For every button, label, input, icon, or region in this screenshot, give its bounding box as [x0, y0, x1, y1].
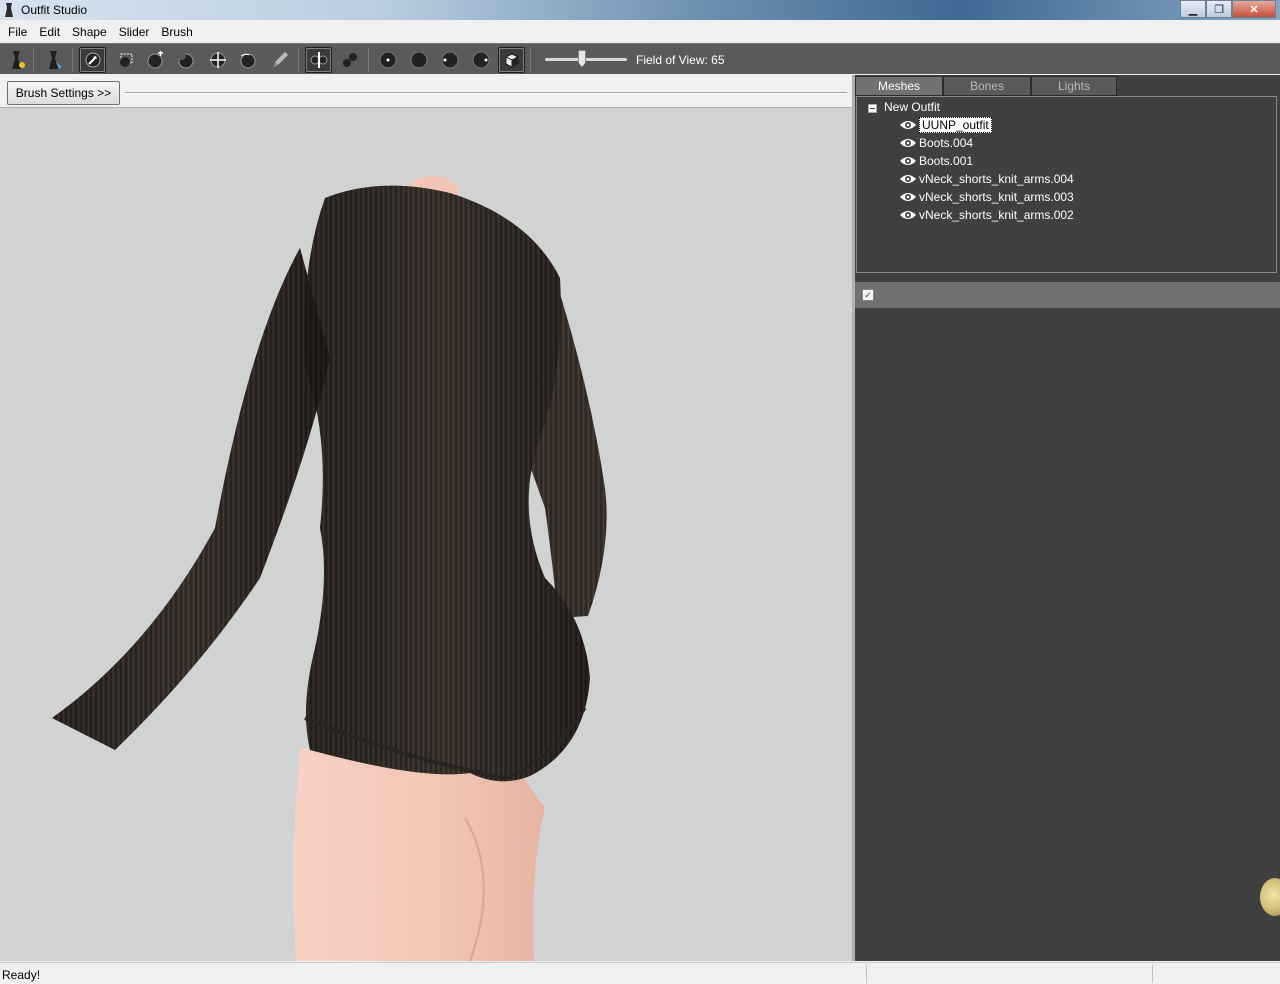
brush-size-small-button[interactable] — [374, 47, 401, 73]
3d-viewport[interactable]: Brush Settings >> — [0, 75, 852, 961]
brush-size-small-icon — [379, 51, 396, 69]
tab-bones[interactable]: Bones — [943, 76, 1031, 96]
select-brush-button[interactable] — [79, 47, 106, 73]
smooth-brush-button[interactable] — [234, 47, 261, 73]
fov-label: Field of View: 65 — [636, 53, 725, 67]
deflate-brush-button[interactable] — [172, 47, 199, 73]
minimize-icon: ▁ — [1188, 3, 1198, 16]
visibility-eye-icon[interactable] — [899, 209, 917, 221]
inflate-brush-icon — [147, 51, 163, 69]
mesh-tree: New Outfit UUNP_outfit Boots.004 Boots.0… — [856, 96, 1277, 273]
tab-meshes[interactable]: Meshes — [855, 76, 943, 96]
weight-paint-button[interactable] — [266, 47, 293, 73]
fov-slider-track[interactable] — [545, 58, 627, 61]
tree-item-mesh[interactable]: Boots.001 — [899, 152, 973, 169]
outfit-model-render — [52, 175, 607, 961]
tree-item-mesh[interactable]: vNeck_shorts_knit_arms.004 — [899, 170, 1074, 187]
load-reference-button[interactable] — [3, 47, 30, 73]
tree-item-label: UUNP_outfit — [919, 116, 992, 133]
tree-item-mesh[interactable]: Boots.004 — [899, 134, 973, 151]
flat-shading-button[interactable] — [498, 47, 525, 73]
status-text: Ready! — [2, 968, 41, 982]
brush-size-xlarge-icon — [472, 51, 489, 69]
mask-button[interactable] — [112, 47, 139, 73]
brush-size-large-button[interactable] — [436, 47, 463, 73]
load-outfit-icon — [48, 51, 62, 69]
tree-item-label: Boots.004 — [919, 135, 974, 150]
close-icon: ✕ — [1249, 3, 1259, 16]
brush-size-xlarge-button[interactable] — [467, 47, 494, 73]
tree-collapse-toggle[interactable] — [868, 104, 877, 113]
visibility-eye-icon[interactable] — [899, 119, 917, 131]
load-reference-icon — [11, 51, 25, 69]
slider-select-all-checkbox[interactable]: ✓ — [862, 289, 874, 301]
tree-item-label: vNeck_shorts_knit_arms.003 — [919, 189, 1074, 204]
tree-item-mesh[interactable]: vNeck_shorts_knit_arms.003 — [899, 188, 1074, 205]
app-icon — [5, 3, 13, 17]
visibility-eye-icon[interactable] — [899, 191, 917, 203]
tree-item-label: vNeck_shorts_knit_arms.002 — [919, 207, 1074, 222]
menu-bar: File Edit Shape Slider Brush — [0, 22, 1280, 42]
menu-shape[interactable]: Shape — [66, 25, 113, 39]
flat-shading-icon — [505, 53, 518, 68]
restore-icon: ❐ — [1214, 3, 1224, 16]
select-brush-icon — [85, 52, 100, 68]
menu-brush[interactable]: Brush — [155, 25, 198, 39]
title-bar: Outfit Studio ▁ ❐ ✕ — [0, 0, 1280, 20]
brush-size-large-icon — [441, 51, 458, 69]
deflate-brush-icon — [177, 52, 193, 69]
x-mirror-icon — [310, 52, 327, 68]
right-panel: Meshes Bones Lights New Outfit UUNP_outf… — [855, 75, 1280, 961]
panel-tabs: Meshes Bones Lights — [855, 75, 1280, 96]
fov-slider-thumb[interactable] — [578, 50, 586, 67]
brush-size-medium-icon — [410, 51, 427, 69]
weight-paint-icon — [272, 52, 288, 68]
status-bar: Ready! — [0, 962, 1280, 984]
tree-item-mesh[interactable]: UUNP_outfit — [899, 116, 992, 133]
x-mirror-button[interactable] — [305, 47, 332, 73]
inflate-brush-button[interactable] — [142, 47, 169, 73]
window-title: Outfit Studio — [21, 3, 88, 17]
close-button[interactable]: ✕ — [1232, 0, 1276, 18]
move-brush-icon — [209, 52, 226, 68]
restore-button[interactable]: ❐ — [1206, 0, 1232, 18]
tab-lights[interactable]: Lights — [1031, 76, 1117, 96]
brush-settings-bar: Brush Settings >> — [0, 75, 852, 108]
visibility-eye-icon[interactable] — [899, 173, 917, 185]
load-outfit-button[interactable] — [40, 47, 67, 73]
tree-root-outfit[interactable]: New Outfit — [884, 100, 940, 114]
menu-slider[interactable]: Slider — [113, 25, 156, 39]
connected-only-icon — [342, 53, 357, 67]
menu-file[interactable]: File — [2, 25, 33, 39]
minimize-button[interactable]: ▁ — [1180, 0, 1206, 18]
menu-edit[interactable]: Edit — [33, 25, 66, 39]
toolbar: Field of View: 65 — [0, 43, 1280, 74]
visibility-eye-icon[interactable] — [899, 155, 917, 167]
slider-list[interactable] — [855, 308, 1280, 961]
smooth-brush-icon — [240, 53, 255, 69]
move-brush-button[interactable] — [204, 47, 231, 73]
brush-size-medium-button[interactable] — [405, 47, 432, 73]
visibility-eye-icon[interactable] — [899, 137, 917, 149]
tree-item-mesh[interactable]: vNeck_shorts_knit_arms.002 — [899, 206, 1074, 223]
brush-settings-button[interactable]: Brush Settings >> — [7, 81, 120, 105]
tree-item-label: vNeck_shorts_knit_arms.004 — [919, 171, 1074, 186]
mask-icon — [119, 53, 132, 67]
slider-list-header: ✓ — [855, 282, 1280, 308]
tree-item-label: Boots.001 — [919, 153, 974, 168]
connected-only-button[interactable] — [336, 47, 363, 73]
light-bulb-icon[interactable] — [1260, 878, 1280, 916]
